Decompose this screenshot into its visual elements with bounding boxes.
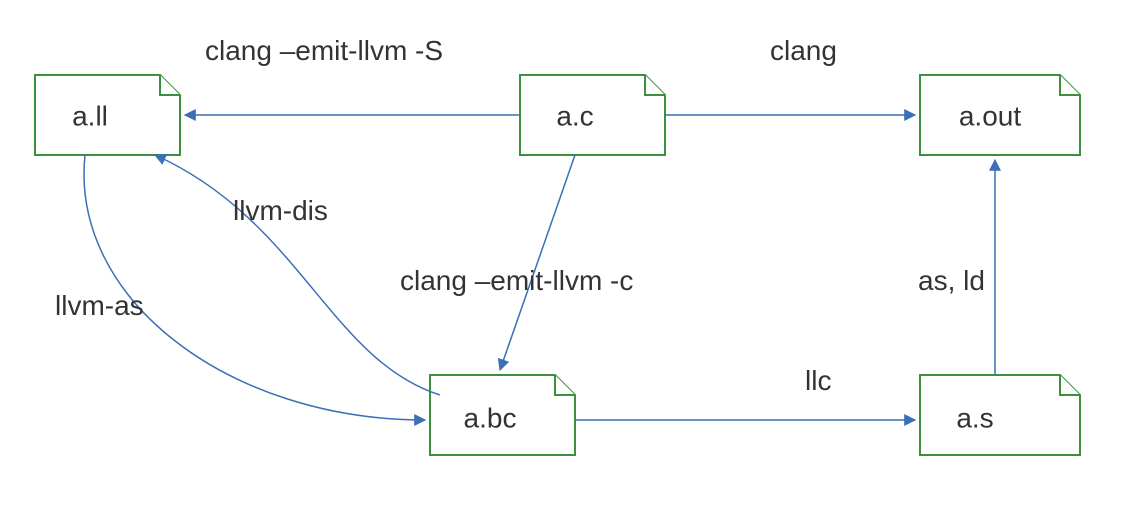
node-label-a-s: a.s xyxy=(956,402,993,433)
node-a-out: a.out xyxy=(920,75,1080,155)
edge-c-to-bc xyxy=(500,155,575,370)
node-a-ll: a.ll xyxy=(35,75,180,155)
node-a-bc: a.bc xyxy=(430,375,575,455)
node-a-c: a.c xyxy=(520,75,665,155)
node-a-s: a.s xyxy=(920,375,1080,455)
edge-label-bc-to-ll: llvm-dis xyxy=(233,195,328,226)
edge-label-c-to-ll: clang –emit-llvm -S xyxy=(205,35,443,66)
edge-label-c-to-bc: clang –emit-llvm -c xyxy=(400,265,633,296)
node-label-a-out: a.out xyxy=(959,100,1021,131)
node-label-a-ll: a.ll xyxy=(72,100,108,131)
edge-label-ll-to-bc: llvm-as xyxy=(55,290,144,321)
node-label-a-c: a.c xyxy=(556,100,593,131)
node-label-a-bc: a.bc xyxy=(464,402,517,433)
edge-label-bc-to-s: llc xyxy=(805,365,831,396)
edge-label-s-to-out: as, ld xyxy=(918,265,985,296)
edge-label-c-to-out: clang xyxy=(770,35,837,66)
compilation-diagram: a.ll a.c a.out a.bc a.s clang –emit-llvm… xyxy=(0,0,1129,508)
edge-bc-to-ll xyxy=(155,155,440,395)
